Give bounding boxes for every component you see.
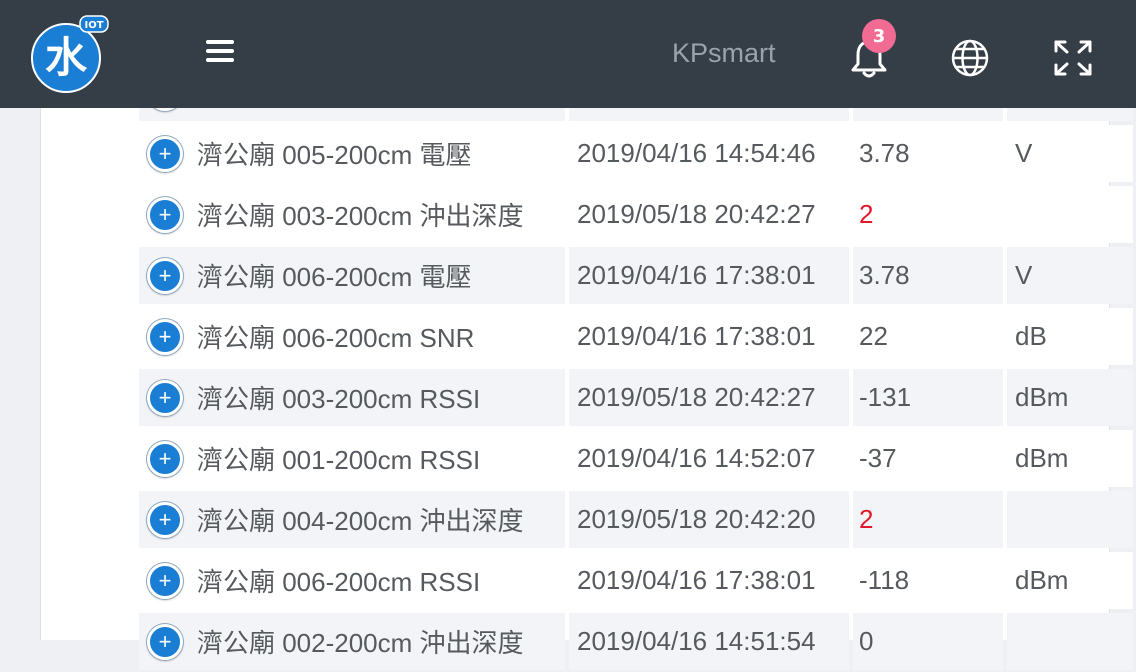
expand-row-icon[interactable]: + — [147, 257, 183, 294]
reading-unit: V — [1007, 247, 1133, 304]
table-row[interactable]: + 濟公廟 002-200cm 沖出深度 2019/04/16 14:51:54 … — [137, 611, 1135, 672]
reading-value: 22 — [853, 308, 1003, 365]
reading-unit: V — [1007, 125, 1133, 182]
expand-row-icon[interactable]: + — [147, 562, 183, 599]
sensor-name: 濟公廟 005-200cm 電壓 — [197, 140, 472, 170]
expand-row-icon[interactable]: + — [147, 501, 183, 538]
logo-glyph: 水 — [45, 33, 88, 82]
kpsmart-logo[interactable]: 水 IOT — [30, 14, 110, 94]
reading-value: 3.78 — [853, 125, 1003, 182]
reading-unit: dBm — [1007, 430, 1133, 487]
hamburger-menu-icon[interactable] — [200, 36, 240, 70]
sensor-name: 濟公廟 003-200cm RSSI — [197, 384, 481, 414]
table-row[interactable]: + 濟公廟 006-200cm RSSI 2019/04/16 17:38:01 … — [137, 550, 1135, 611]
top-navbar: 水 IOT KPsmart 3 — [0, 0, 1136, 108]
expand-row-icon[interactable]: + — [147, 318, 183, 355]
reading-value: -37 — [853, 430, 1003, 487]
reading-unit — [1007, 613, 1133, 670]
globe-icon[interactable] — [950, 38, 990, 78]
table-row[interactable]: + 濟公廟 005-200cm 電壓 2019/04/16 14:54:46 3.… — [137, 123, 1135, 184]
expand-row-icon[interactable]: + — [147, 379, 183, 416]
logo-tag: IOT — [84, 20, 103, 31]
sensor-name: 濟公廟 006-200cm RSSI — [197, 567, 481, 597]
reading-unit: dBm — [1007, 552, 1133, 609]
reading-value: 2 — [853, 186, 1003, 243]
reading-value: 0 — [853, 613, 1003, 670]
table-row[interactable]: + 濟公廟 001-200cm RSSI 2019/04/16 14:52:07 … — [137, 428, 1135, 489]
sensor-name: 濟公廟 004-200cm 沖出深度 — [197, 506, 524, 536]
timestamp: 2019/04/16 14:51:54 — [569, 613, 849, 670]
sensor-name: 濟公廟 002-200cm 沖出深度 — [197, 628, 524, 658]
expand-row-icon[interactable]: + — [147, 135, 183, 172]
timestamp: 2019/04/16 17:38:01 — [569, 308, 849, 365]
timestamp: 2019/04/16 14:54:46 — [569, 125, 849, 182]
timestamp: 2019/05/18 20:42:27 — [569, 369, 849, 426]
reading-unit — [1007, 186, 1133, 243]
notification-badge[interactable]: 3 — [862, 19, 896, 53]
data-table: + + 濟公廟 005-200cm 電壓 2019/04/16 14:54:46 … — [137, 62, 1135, 672]
reading-value: 3.78 — [853, 247, 1003, 304]
brand-title: KPsmart — [672, 38, 776, 68]
expand-row-icon[interactable]: + — [147, 440, 183, 477]
sensor-name: 濟公廟 003-200cm 沖出深度 — [197, 201, 524, 231]
reading-value: -118 — [853, 552, 1003, 609]
timestamp: 2019/04/16 17:38:01 — [569, 247, 849, 304]
timestamp: 2019/05/18 20:42:20 — [569, 491, 849, 548]
table-row[interactable]: + 濟公廟 003-200cm 沖出深度 2019/05/18 20:42:27 … — [137, 184, 1135, 245]
fullscreen-icon[interactable] — [1052, 38, 1094, 78]
reading-value: -131 — [853, 369, 1003, 426]
expand-row-icon[interactable]: + — [147, 623, 183, 660]
expand-row-icon[interactable]: + — [147, 196, 183, 233]
sensor-name: 濟公廟 006-200cm 電壓 — [197, 262, 472, 292]
timestamp: 2019/05/18 20:42:27 — [569, 186, 849, 243]
table-row[interactable]: + 濟公廟 004-200cm 沖出深度 2019/05/18 20:42:20 … — [137, 489, 1135, 550]
table-row[interactable]: + 濟公廟 006-200cm SNR 2019/04/16 17:38:01 2… — [137, 306, 1135, 367]
reading-unit: dB — [1007, 308, 1133, 365]
sensor-name: 濟公廟 001-200cm RSSI — [197, 445, 481, 475]
reading-unit: dBm — [1007, 369, 1133, 426]
reading-unit — [1007, 491, 1133, 548]
timestamp: 2019/04/16 17:38:01 — [569, 552, 849, 609]
sensor-name: 濟公廟 006-200cm SNR — [197, 323, 475, 353]
reading-value: 2 — [853, 491, 1003, 548]
timestamp: 2019/04/16 14:52:07 — [569, 430, 849, 487]
table-row[interactable]: + 濟公廟 006-200cm 電壓 2019/04/16 17:38:01 3.… — [137, 245, 1135, 306]
table-row[interactable]: + 濟公廟 003-200cm RSSI 2019/05/18 20:42:27 … — [137, 367, 1135, 428]
